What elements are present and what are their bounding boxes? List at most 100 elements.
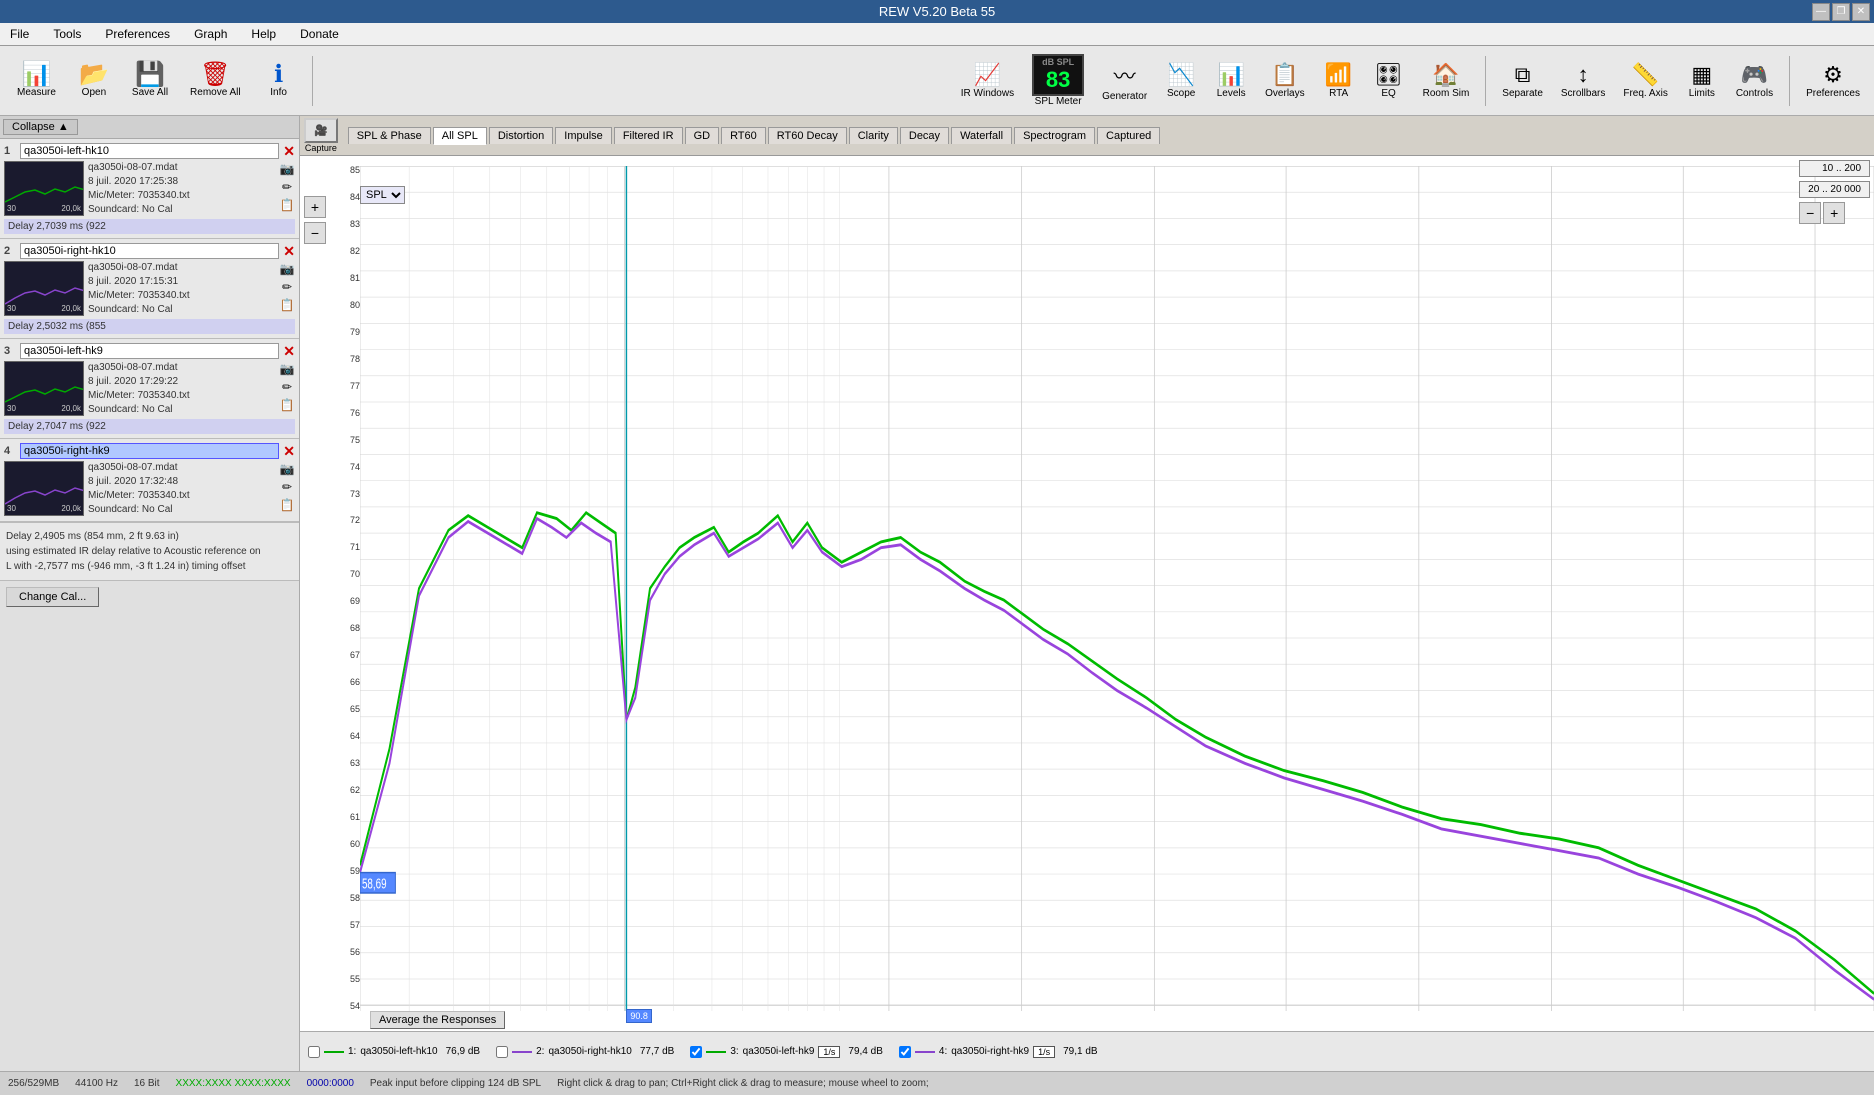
tab-bar: 🎥 Capture SPL & Phase All SPL Distortion…	[300, 116, 1874, 156]
menu-graph[interactable]: Graph	[188, 25, 233, 43]
meas-icons-1: 📷 ✏ 📋	[279, 161, 295, 217]
app-title: REW V5.20 Beta 55	[879, 4, 995, 19]
meas-pencil-icon-4[interactable]: ✏	[279, 479, 295, 495]
meas-name-input-2[interactable]	[20, 243, 279, 259]
legend-check-4[interactable]	[899, 1046, 911, 1058]
tab-spl-phase[interactable]: SPL & Phase	[348, 127, 431, 144]
rta-button[interactable]: 📶 RTA	[1317, 58, 1361, 103]
meas-camera-icon-2[interactable]: 📷	[279, 261, 295, 277]
open-label: Open	[82, 87, 106, 98]
meas-name-input-1[interactable]	[20, 143, 279, 159]
preferences-button[interactable]: ⚙ Preferences	[1800, 58, 1866, 103]
generator-button[interactable]: 〰 Generator	[1096, 55, 1153, 106]
tab-waterfall[interactable]: Waterfall	[951, 127, 1012, 144]
ir-windows-button[interactable]: 📈 IR Windows	[955, 58, 1020, 103]
info-button[interactable]: ℹ Info	[254, 58, 304, 103]
meas-close-3[interactable]: ✕	[283, 344, 295, 358]
menu-file[interactable]: File	[4, 25, 35, 43]
titlebar: REW V5.20 Beta 55 — ❐ ✕	[0, 0, 1874, 23]
menu-donate[interactable]: Donate	[294, 25, 345, 43]
menu-help[interactable]: Help	[245, 25, 282, 43]
save-all-button[interactable]: 💾 Save All	[123, 58, 177, 103]
meas-name-input-3[interactable]	[20, 343, 279, 359]
tab-rt60-decay[interactable]: RT60 Decay	[768, 127, 847, 144]
meas-copy-icon-2[interactable]: 📋	[279, 297, 295, 313]
statusbar: 256/529MB 44100 Hz 16 Bit XXXX:XXXX XXXX…	[0, 1071, 1874, 1095]
graph-zoom-out-button[interactable]: −	[1799, 202, 1821, 224]
range-btn-20000[interactable]: 20 .. 20 000	[1799, 181, 1870, 198]
scope-button[interactable]: 📉 Scope	[1159, 58, 1203, 103]
meas-copy-icon-4[interactable]: 📋	[279, 497, 295, 513]
tab-captured[interactable]: Captured	[1097, 127, 1160, 144]
meas-copy-icon-1[interactable]: 📋	[279, 197, 295, 213]
graph-area[interactable]: 85 84 83 82 81 80 79 78 77 76 75 74 73 7…	[300, 156, 1874, 1071]
legend-color-4	[915, 1051, 935, 1053]
measure-button[interactable]: 📊 Measure	[8, 58, 65, 103]
window-controls: — ❐ ✕	[1812, 3, 1870, 21]
tab-all-spl[interactable]: All SPL	[433, 127, 487, 145]
status-coords1: XXXX:XXXX XXXX:XXXX	[176, 1078, 291, 1089]
zoom-out-button[interactable]: −	[304, 222, 326, 244]
meas-camera-icon-4[interactable]: 📷	[279, 461, 295, 477]
average-button[interactable]: Average the Responses	[370, 1011, 505, 1029]
graph-zoom-in-button[interactable]: +	[1823, 202, 1845, 224]
meas-pencil-icon-2[interactable]: ✏	[279, 279, 295, 295]
main-area: Collapse ▲ 1 ✕ 30 20,0k qa3050i-08-07.md…	[0, 116, 1874, 1071]
menu-tools[interactable]: Tools	[47, 25, 87, 43]
maximize-button[interactable]: ❐	[1832, 3, 1850, 21]
capture-button[interactable]: 🎥	[304, 118, 338, 143]
status-bit-depth: 16 Bit	[134, 1078, 160, 1089]
remove-all-button[interactable]: 🗑 Remove All	[181, 58, 250, 103]
meas-camera-icon-3[interactable]: 📷	[279, 361, 295, 377]
meas-close-2[interactable]: ✕	[283, 244, 295, 258]
tab-decay[interactable]: Decay	[900, 127, 949, 144]
tab-filtered-ir[interactable]: Filtered IR	[614, 127, 683, 144]
freq-axis-button[interactable]: 📏 Freq. Axis	[1617, 58, 1673, 103]
meas-camera-icon-1[interactable]: 📷	[279, 161, 295, 177]
tab-clarity[interactable]: Clarity	[849, 127, 898, 144]
meas-name-input-4[interactable]	[20, 443, 279, 459]
scrollbars-button[interactable]: ↕ Scrollbars	[1555, 58, 1611, 103]
legend-check-2[interactable]	[496, 1046, 508, 1058]
zoom-in-button[interactable]: +	[304, 196, 326, 218]
meas-pencil-icon-1[interactable]: ✏	[279, 179, 295, 195]
limits-button[interactable]: ▦ Limits	[1680, 58, 1724, 103]
tab-distortion[interactable]: Distortion	[489, 127, 553, 144]
overlays-button[interactable]: 📋 Overlays	[1259, 58, 1310, 103]
spl-select[interactable]: SPL	[360, 186, 405, 204]
tab-rt60[interactable]: RT60	[721, 127, 766, 144]
minimize-button[interactable]: —	[1812, 3, 1830, 21]
open-button[interactable]: 📂 Open	[69, 58, 119, 103]
spl-meter-button[interactable]: dB SPL 83 SPL Meter	[1026, 50, 1090, 111]
meas-pencil-icon-3[interactable]: ✏	[279, 379, 295, 395]
legend-check-3[interactable]	[690, 1046, 702, 1058]
separate-button[interactable]: ⧉ Separate	[1496, 58, 1549, 103]
range-btn-200[interactable]: 10 .. 200	[1799, 160, 1870, 177]
preferences-label: Preferences	[1806, 88, 1860, 99]
tab-impulse[interactable]: Impulse	[555, 127, 612, 144]
changecal-area: Change Cal...	[0, 580, 299, 613]
collapse-button[interactable]: Collapse ▲	[3, 119, 78, 135]
menu-preferences[interactable]: Preferences	[99, 25, 176, 43]
eq-button[interactable]: 🎛 EQ	[1367, 58, 1411, 103]
mini-graph-2: 30 20,0k	[4, 261, 84, 316]
close-button[interactable]: ✕	[1852, 3, 1870, 21]
right-area: 🎥 Capture SPL & Phase All SPL Distortion…	[300, 116, 1874, 1071]
main-graph[interactable]: 58,69 90.8	[360, 166, 1874, 1011]
legend-check-1[interactable]	[308, 1046, 320, 1058]
meas-close-4[interactable]: ✕	[283, 444, 295, 458]
legend-num-4: 4:	[939, 1046, 947, 1057]
meas-copy-icon-3[interactable]: 📋	[279, 397, 295, 413]
levels-button[interactable]: 📊 Levels	[1209, 58, 1253, 103]
legend-item-1: 1: qa3050i-left-hk10 76,9 dB	[308, 1046, 480, 1058]
meas-close-1[interactable]: ✕	[283, 144, 295, 158]
change-cal-button[interactable]: Change Cal...	[6, 587, 99, 607]
room-sim-label: Room Sim	[1423, 88, 1470, 99]
controls-button[interactable]: 🎮 Controls	[1730, 58, 1779, 103]
room-sim-button[interactable]: 🏠 Room Sim	[1417, 58, 1476, 103]
measurement-body-2: 30 20,0k qa3050i-08-07.mdat 8 juil. 2020…	[4, 261, 295, 317]
legend-irv-3: 1/s	[818, 1046, 840, 1058]
save-label: Save All	[132, 87, 168, 98]
tab-gd[interactable]: GD	[685, 127, 720, 144]
tab-spectrogram[interactable]: Spectrogram	[1014, 127, 1095, 144]
